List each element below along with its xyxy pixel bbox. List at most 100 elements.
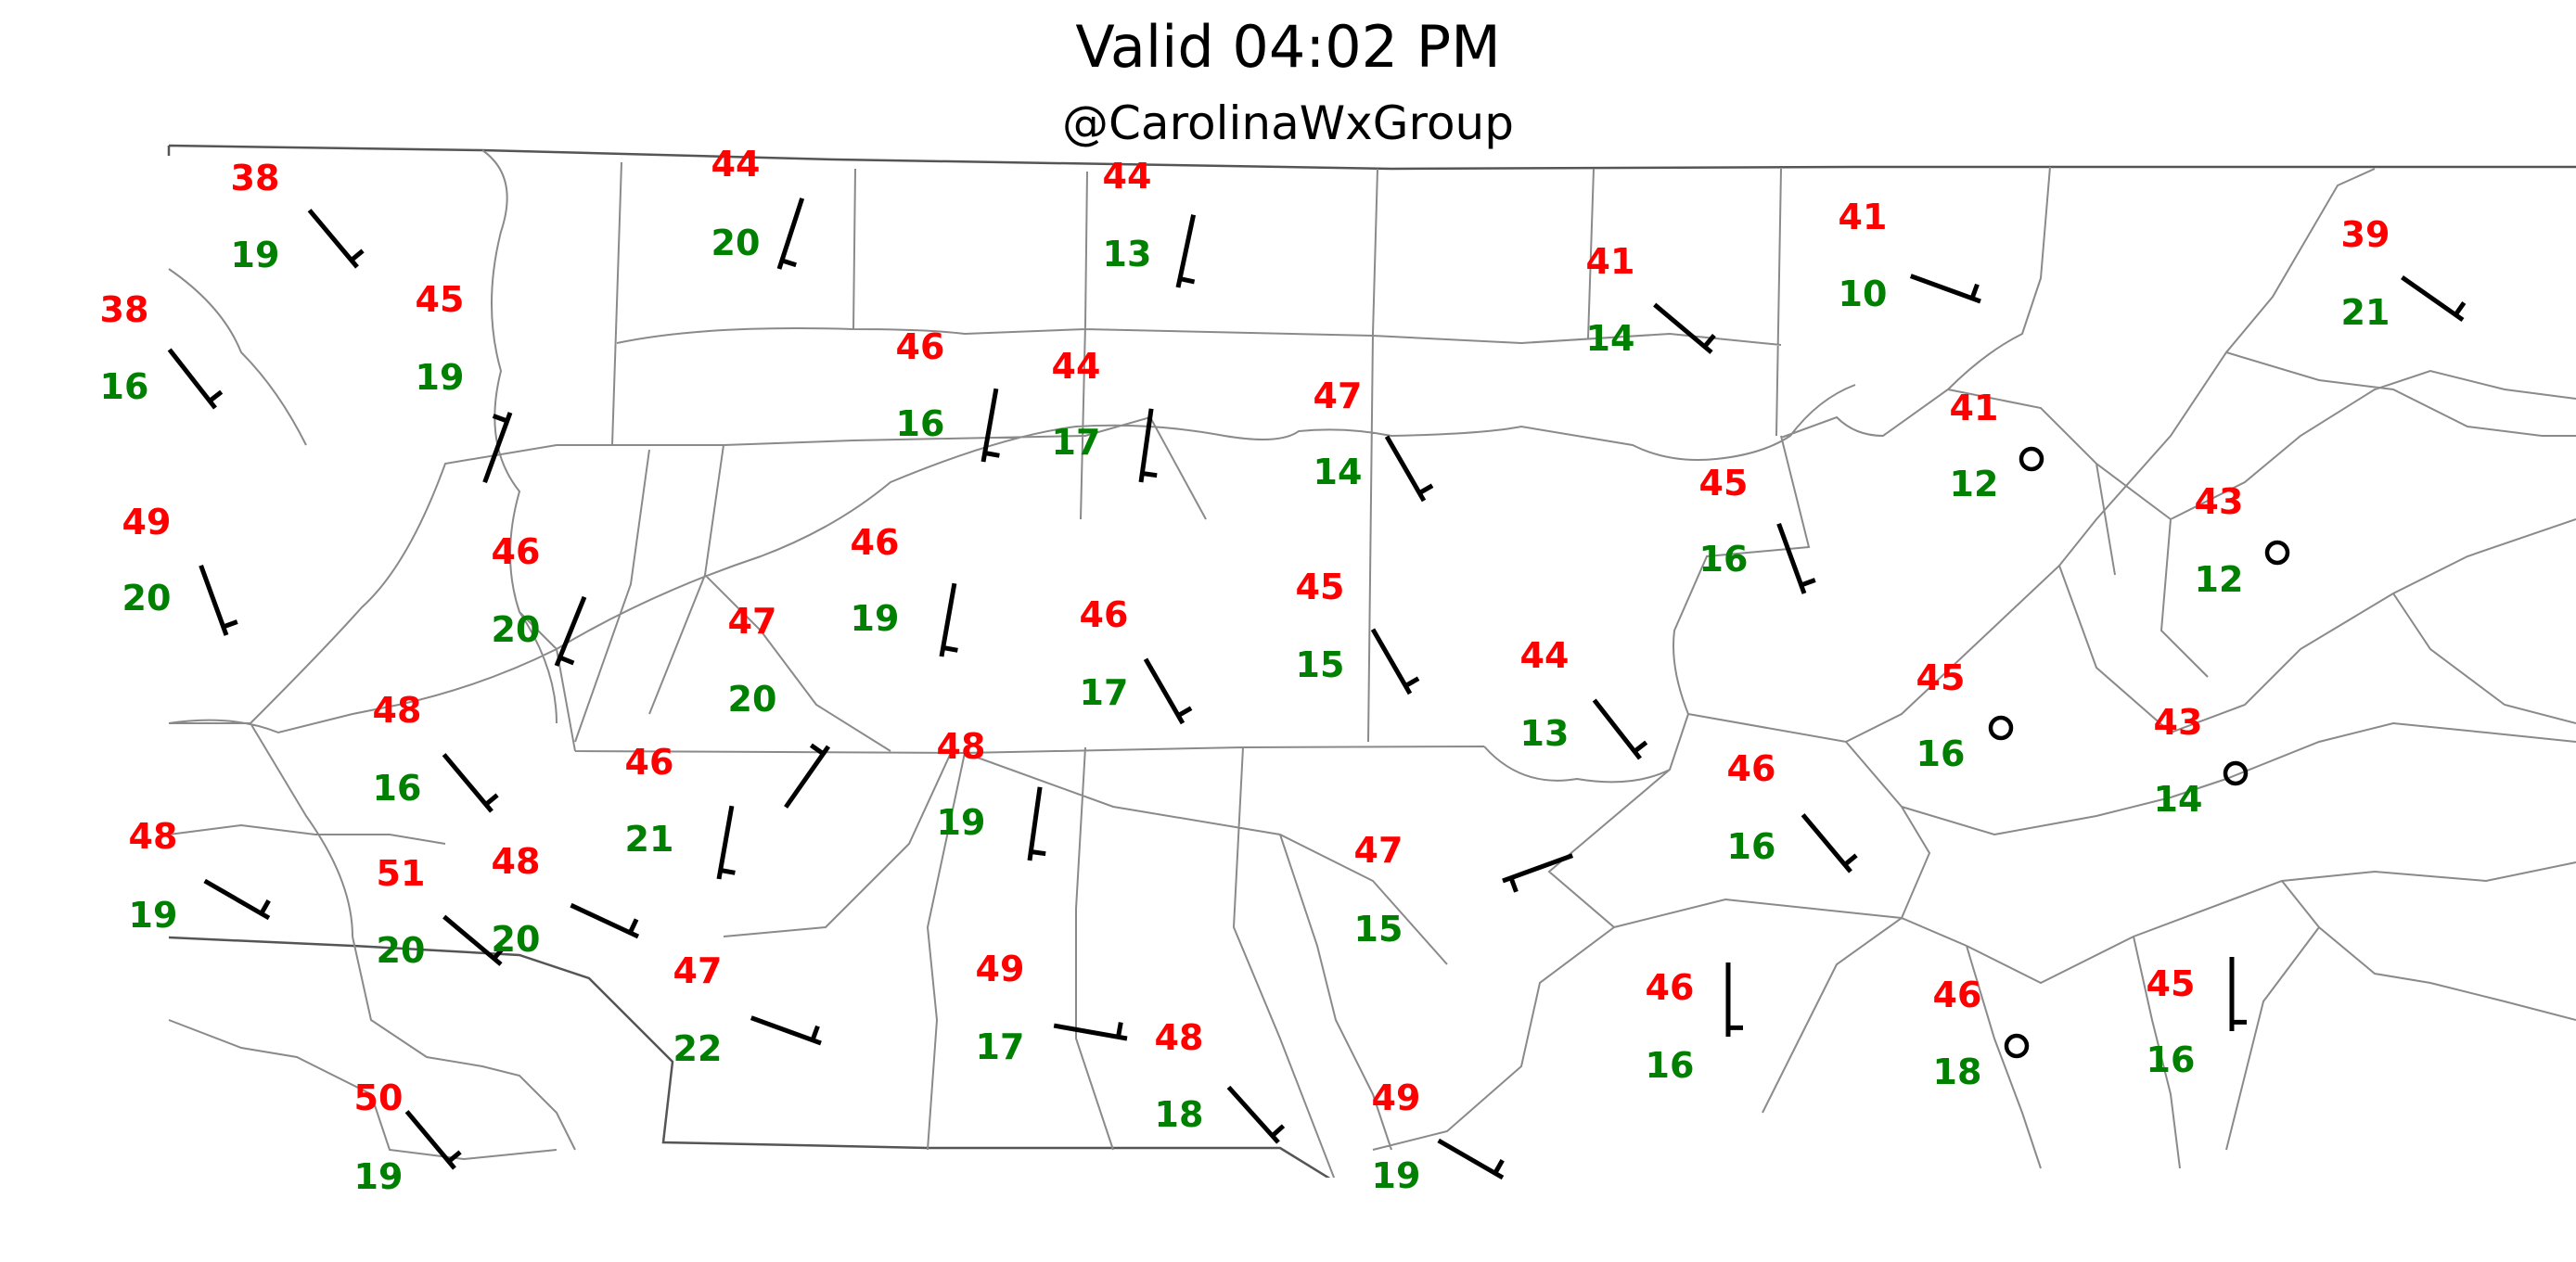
dewpoint-label: 15 <box>1296 644 1345 685</box>
temperature-label: 47 <box>1354 830 1403 871</box>
temperature-label: 46 <box>492 531 541 572</box>
temperature-label: 45 <box>2147 963 2196 1004</box>
dewpoint-label: 20 <box>492 919 541 960</box>
wind-barb-icon <box>1909 274 1981 304</box>
dewpoint-label: 18 <box>1155 1094 1204 1135</box>
dewpoint-label: 16 <box>100 366 149 407</box>
dewpoint-label: 15 <box>1354 909 1403 950</box>
county-lines <box>168 149 2576 1178</box>
dewpoint-label: 13 <box>1520 713 1570 754</box>
temperature-label: 46 <box>1080 594 1129 635</box>
temperature-label: 41 <box>1839 197 1888 237</box>
stations-layer: 38 19 44 20 44 13 41 10 39 21 38 16 45 19 46 16 44 17 41 14… <box>100 144 2467 1197</box>
station-plot: 45 15 <box>1296 567 1420 695</box>
station-plot: 46 16 <box>1727 748 1858 873</box>
temperature-label: 47 <box>1314 376 1363 416</box>
station-plot: 47 22 <box>673 950 822 1069</box>
wind-barb-icon <box>1776 522 1816 594</box>
dewpoint-label: 14 <box>2154 779 2203 820</box>
wind-barb-icon <box>716 805 736 880</box>
dewpoint-label: 16 <box>1916 733 1966 774</box>
station-plot: 50 19 <box>354 1077 462 1197</box>
temperature-label: 45 <box>416 279 465 320</box>
wind-barb-icon <box>1226 1085 1286 1144</box>
dewpoint-label: 16 <box>373 768 422 809</box>
dewpoint-label: 10 <box>1839 274 1888 314</box>
temperature-label: 44 <box>711 144 761 185</box>
dewpoint-label: 22 <box>673 1028 723 1069</box>
wind-barb-icon <box>554 595 587 667</box>
temperature-label: 43 <box>2154 702 2203 743</box>
wind-barb-icon <box>1437 1138 1505 1180</box>
wind-barb-icon <box>167 348 224 410</box>
station-plot: 43 12 <box>2195 481 2290 600</box>
station-plot: 46 21 <box>625 742 736 880</box>
dewpoint-label: 17 <box>976 1026 1025 1067</box>
temperature-label: 47 <box>728 601 777 642</box>
wind-barb-icon <box>1801 813 1858 873</box>
dewpoint-label: 20 <box>728 679 777 720</box>
temperature-label: 41 <box>1586 241 1635 282</box>
temperature-label: 46 <box>1727 748 1776 789</box>
temperature-label: 48 <box>937 726 986 767</box>
wind-barb-icon <box>1175 214 1197 288</box>
temperature-label: 48 <box>373 690 422 731</box>
dewpoint-label: 19 <box>416 357 465 398</box>
temperature-label: 50 <box>354 1077 404 1118</box>
dewpoint-label: 16 <box>1646 1045 1695 1086</box>
temperature-label: 44 <box>1103 156 1152 197</box>
dewpoint-label: 19 <box>354 1156 404 1197</box>
station-plot: 48 20 <box>492 841 640 960</box>
station-plot: 39 21 <box>2341 214 2467 333</box>
station-plot: 38 16 <box>100 289 224 410</box>
station-plot: 46 18 <box>1933 975 2030 1092</box>
dewpoint-label: 17 <box>1080 672 1129 713</box>
wind-barb-icon <box>750 1015 822 1046</box>
dewpoint-label: 14 <box>1586 318 1635 359</box>
station-plot: 51 20 <box>377 853 506 971</box>
wind-barb-icon <box>1384 435 1434 503</box>
temperature-label: 48 <box>492 841 541 882</box>
temperature-label: 45 <box>1699 463 1749 504</box>
temperature-label: 49 <box>976 949 1025 989</box>
station-plot: 44 20 <box>711 144 805 270</box>
dewpoint-label: 19 <box>851 598 900 639</box>
wind-barb-icon <box>570 902 640 939</box>
calm-wind-circle-icon <box>1988 715 2014 741</box>
dewpoint-label: 20 <box>711 223 761 263</box>
station-plot: 46 16 <box>1646 962 1743 1086</box>
wind-barb-icon <box>1143 657 1193 725</box>
temperature-label: 39 <box>2341 214 2390 255</box>
wind-barb-icon <box>1053 1022 1128 1041</box>
station-plot: 47 15 <box>1354 830 1574 950</box>
station-plot: 46 16 <box>896 326 1000 463</box>
station-plot: 46 20 <box>492 531 587 667</box>
temperature-label: 38 <box>100 289 149 330</box>
station-plot: 48 18 <box>1155 1017 1286 1144</box>
station-plot: 44 13 <box>1520 635 1648 760</box>
station-plot: 49 19 <box>1372 1077 1505 1196</box>
wind-barb-icon <box>203 878 271 921</box>
station-plot: 41 10 <box>1839 197 1981 314</box>
calm-wind-circle-icon <box>2264 540 2290 566</box>
temperature-label: 44 <box>1520 635 1570 676</box>
wind-barb-icon <box>404 1110 462 1170</box>
wind-barb-icon <box>1027 786 1046 861</box>
station-plot: 44 13 <box>1103 156 1197 288</box>
temperature-label: 41 <box>1950 388 1999 428</box>
wind-barb-icon <box>1653 302 1716 354</box>
dewpoint-label: 20 <box>377 930 426 971</box>
temperature-label: 51 <box>377 853 426 894</box>
wind-barb-icon <box>307 209 365 269</box>
station-plot: 41 14 <box>1586 241 1716 359</box>
dewpoint-label: 20 <box>492 609 541 650</box>
calm-wind-circle-icon <box>2019 446 2044 472</box>
wind-barb-icon <box>442 753 499 813</box>
temperature-label: 43 <box>2195 481 2244 522</box>
station-plot: 45 16 <box>2147 957 2247 1080</box>
dewpoint-label: 12 <box>1950 464 1999 504</box>
temperature-label: 48 <box>1155 1017 1204 1058</box>
dewpoint-label: 16 <box>896 403 945 444</box>
dewpoint-label: 19 <box>231 235 280 275</box>
state-border-north <box>167 144 2576 171</box>
